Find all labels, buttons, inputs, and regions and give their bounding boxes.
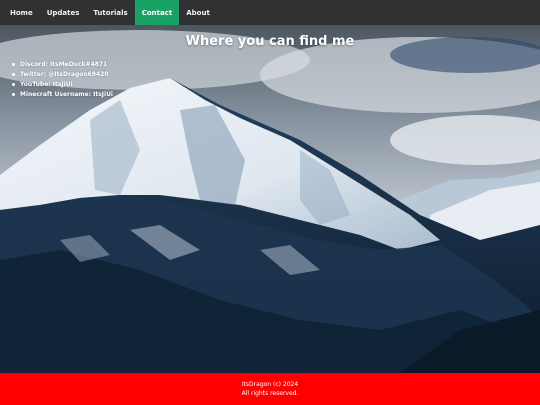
contact-youtube: YouTube: ItsJiUi [12, 80, 113, 90]
page-title: Where you can find me [185, 34, 355, 49]
contact-youtube-text: YouTube: ItsJiUi [20, 81, 73, 88]
contact-twitter: Twitter: @ItsDragon69420 [12, 70, 113, 80]
bullet-icon [12, 83, 15, 86]
contact-minecraft-text: Minecraft Username: ItsJiUi [20, 91, 113, 98]
contact-minecraft: Minecraft Username: ItsJiUi [12, 90, 113, 100]
nav-bar: Home Updates Tutorials Contact About [0, 0, 540, 25]
bullet-icon [12, 63, 15, 66]
nav-item-about[interactable]: About [179, 0, 217, 25]
contact-discord: Discord: ItsMeDuck#4871 [12, 60, 113, 70]
footer-copyright: ItsDragon (c) 2024 [241, 381, 299, 388]
nav-item-tutorials[interactable]: Tutorials [86, 0, 134, 25]
nav-item-updates[interactable]: Updates [40, 0, 87, 25]
background-mountain-image [0, 0, 540, 373]
bullet-icon [12, 93, 15, 96]
footer: ItsDragon (c) 2024 All rights reserved. [0, 373, 540, 405]
nav-item-contact[interactable]: Contact [134, 0, 180, 25]
nav-item-home[interactable]: Home [0, 0, 40, 25]
contact-discord-text: Discord: ItsMeDuck#4871 [20, 61, 108, 68]
footer-rights: All rights reserved. [241, 390, 299, 397]
contact-list: Discord: ItsMeDuck#4871 Twitter: @ItsDra… [12, 60, 113, 100]
contact-twitter-text: Twitter: @ItsDragon69420 [20, 71, 109, 78]
bullet-icon [12, 73, 15, 76]
